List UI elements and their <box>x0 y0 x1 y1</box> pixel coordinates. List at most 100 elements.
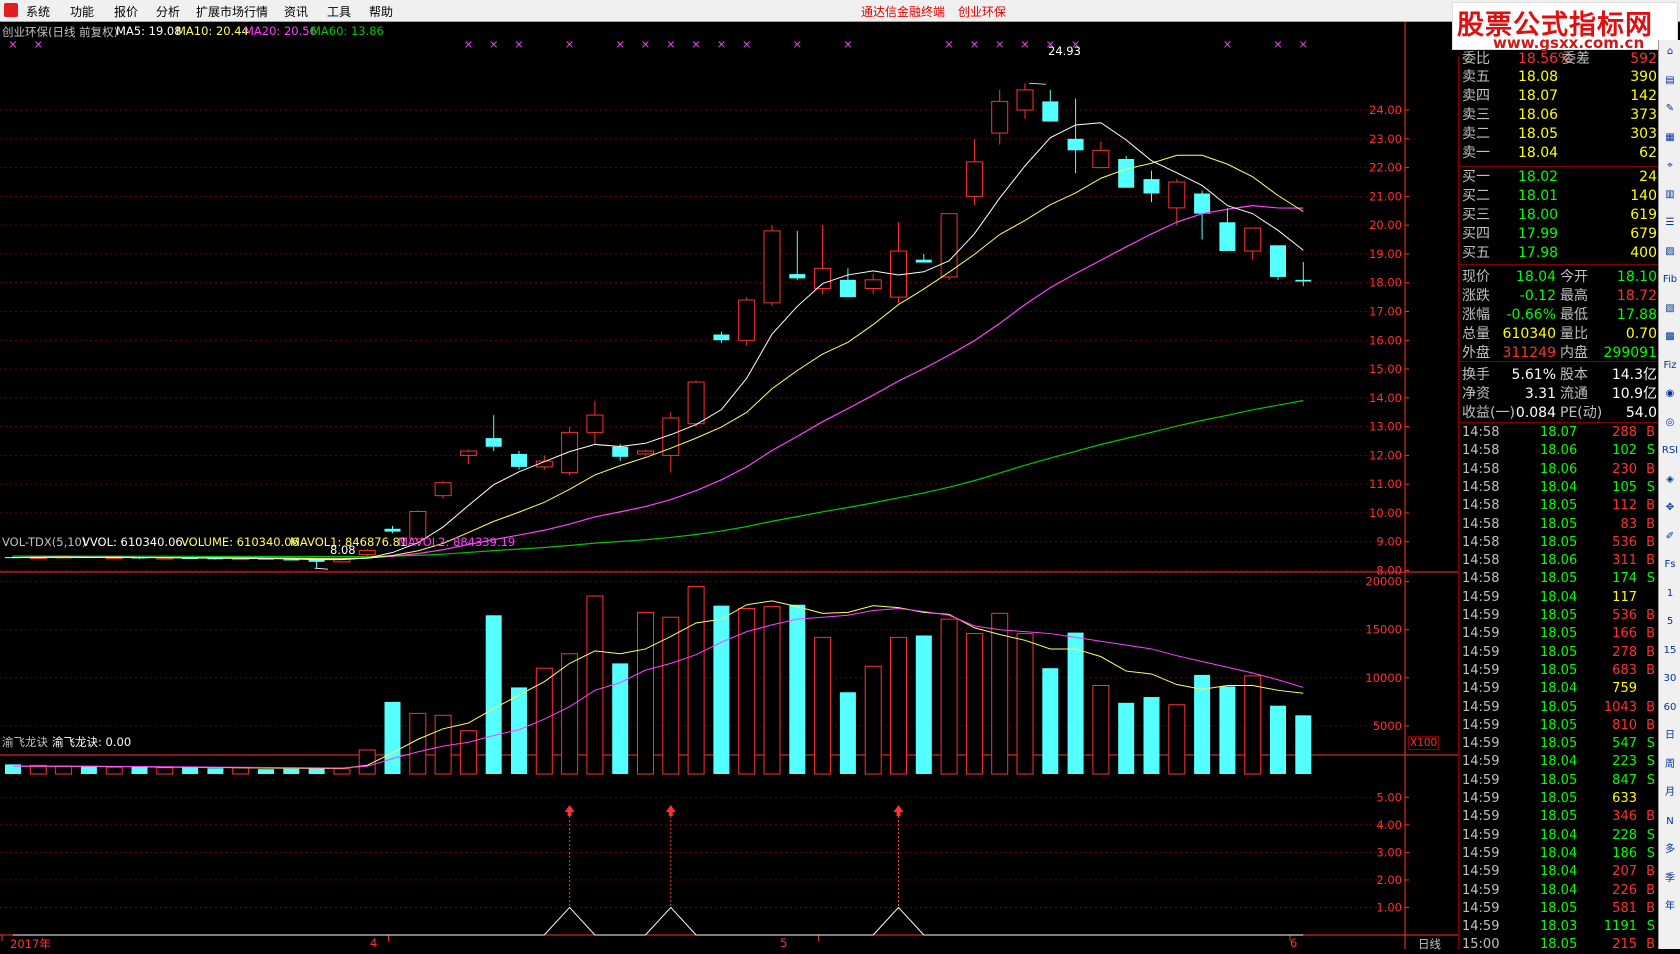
candle-body <box>1143 179 1160 194</box>
menu-bar: 系统 功能 报价 分析 扩展市场行情 资讯 工具 帮助 通达信金融终端 创业环保 <box>0 0 1680 22</box>
tick-row: 14:59 18.05 683 B <box>1462 662 1657 680</box>
toolbar-button-19[interactable]: 1 <box>1661 586 1679 602</box>
volume-bar <box>1016 633 1034 775</box>
volume-bar <box>1168 704 1186 775</box>
toolbar-button-20[interactable]: 5 <box>1661 614 1679 630</box>
indicator-title: 渝飞龙诀 <box>2 735 48 749</box>
volume-bar <box>965 633 983 775</box>
volume-bar <box>561 653 579 775</box>
toolbar-button-1[interactable]: ▤ <box>1661 73 1679 89</box>
price-tick-label: 17.00 <box>1369 304 1402 318</box>
toolbar-button-3[interactable]: ▦ <box>1661 130 1679 146</box>
toolbar-button-0[interactable]: ⌂ <box>1661 44 1679 60</box>
toolbar-button-10[interactable]: ▩ <box>1661 329 1679 345</box>
volume-bar <box>156 767 174 775</box>
tick-time: 14:59 <box>1462 882 1500 898</box>
tick-volume: 105 <box>1612 479 1637 495</box>
toolbar-button-4[interactable]: ⌖ <box>1661 158 1679 174</box>
menu-item-0[interactable]: 系统 <box>26 3 50 20</box>
toolbar-button-26[interactable]: 月 <box>1661 785 1679 801</box>
tick-price: 18.05 <box>1540 534 1578 550</box>
volume-bar <box>991 612 1009 775</box>
stat2-label: 流通 <box>1560 386 1588 402</box>
candle-body <box>586 414 604 433</box>
candle-body <box>814 267 832 289</box>
candle-body <box>1092 149 1110 169</box>
sell-level-label: 卖二 <box>1462 126 1490 142</box>
toolbar-button-14[interactable]: RSI <box>1661 443 1679 459</box>
volume-bar <box>1092 685 1110 775</box>
toolbar-button-17[interactable]: ✐ <box>1661 529 1679 545</box>
candle-body <box>358 549 376 556</box>
signal-marker: × <box>792 37 802 51</box>
toolbar-button-12[interactable]: ◉ <box>1661 386 1679 402</box>
toolbar-button-25[interactable]: 周 <box>1661 757 1679 773</box>
menu-item-5[interactable]: 资讯 <box>284 3 308 20</box>
sell-price: 18.07 <box>1518 88 1559 104</box>
kline-chart[interactable]: 8.009.0010.0011.0012.0013.0014.0015.0016… <box>0 22 1458 949</box>
toolbar-button-5[interactable]: ▥ <box>1661 187 1679 203</box>
tick-row: 14:59 18.04 759 <box>1462 680 1657 698</box>
weicha-value: 592 <box>1630 51 1657 67</box>
period-label[interactable]: 日线 <box>1418 936 1441 952</box>
ma10-line <box>12 154 1304 560</box>
stat-value: 18.72 <box>1616 288 1657 304</box>
toolbar-button-16[interactable]: ✥ <box>1661 500 1679 516</box>
volume-unit-label: X100 <box>1408 736 1440 750</box>
stat-row: 现价 18.04 今开 18.10 <box>1462 268 1657 286</box>
toolbar-button-15[interactable]: ◈ <box>1661 472 1679 488</box>
tick-side: S <box>1646 754 1655 770</box>
tick-price: 18.04 <box>1540 845 1578 861</box>
tick-time: 14:58 <box>1462 443 1500 459</box>
toolbar-button-29[interactable]: 季 <box>1661 871 1679 887</box>
stat-value: -0.66% <box>1506 307 1556 323</box>
price-tick-label: 16.00 <box>1369 333 1402 347</box>
menu-item-7[interactable]: 帮助 <box>369 3 393 20</box>
ma5-label: MA5: 19.08 <box>116 24 182 38</box>
tick-side: B <box>1646 553 1655 569</box>
toolbar-button-21[interactable]: 15 <box>1661 643 1679 659</box>
menu-item-3[interactable]: 分析 <box>156 3 180 20</box>
candle-body <box>763 230 781 304</box>
candle-body <box>1270 245 1286 277</box>
orderbook-bottom-divider <box>1459 264 1659 265</box>
tick-row: 14:59 18.04 226 B <box>1462 882 1657 900</box>
toolbar-button-27[interactable]: N <box>1661 814 1679 830</box>
toolbar-button-22[interactable]: 30 <box>1661 671 1679 687</box>
toolbar-button-9[interactable]: ▧ <box>1661 301 1679 317</box>
toolbar-button-2[interactable]: ✎ <box>1661 101 1679 117</box>
toolbar-button-24[interactable]: 日 <box>1661 728 1679 744</box>
weicha-label: 委差 <box>1562 51 1590 67</box>
signal-marker: × <box>1223 37 1233 51</box>
tick-side: S <box>1646 736 1655 752</box>
tick-time: 14:58 <box>1462 516 1500 532</box>
menu-item-2[interactable]: 报价 <box>114 3 138 20</box>
toolbar-button-28[interactable]: 多 <box>1661 842 1679 858</box>
tick-price: 18.04 <box>1540 882 1578 898</box>
ma20-label: MA20: 20.56 <box>244 24 317 38</box>
tick-row: 14:59 18.05 166 B <box>1462 625 1657 643</box>
menu-item-6[interactable]: 工具 <box>327 3 351 20</box>
toolbar-button-11[interactable]: Fiz <box>1661 358 1679 374</box>
tick-side: S <box>1646 443 1655 459</box>
tick-side: B <box>1646 699 1655 715</box>
volume-bar <box>1067 632 1084 774</box>
volume-bar <box>814 636 832 775</box>
volume-bar <box>1219 686 1236 774</box>
toolbar-button-7[interactable]: ▨ <box>1661 244 1679 260</box>
menu-item-1[interactable]: 功能 <box>70 3 94 20</box>
toolbar-button-23[interactable]: 60 <box>1661 700 1679 716</box>
signal-arrow-stem <box>567 811 572 816</box>
tick-row: 14:59 18.05 1043 B <box>1462 699 1657 717</box>
quote-panel: 委比 18.56% 委差 592 卖五 18.08 390 卖四 18.07 142 卖三 18.06… <box>1458 51 1659 952</box>
toolbar-button-13[interactable]: ◎ <box>1661 415 1679 431</box>
menu-item-4[interactable]: 扩展市场行情 <box>196 3 268 20</box>
stat-label: 最低 <box>1560 307 1588 323</box>
stat2-value: 10.9亿 <box>1611 386 1657 402</box>
toolbar-button-8[interactable]: Fib <box>1661 272 1679 288</box>
toolbar-button-30[interactable]: 年 <box>1661 899 1679 915</box>
toolbar-button-6[interactable]: ☰ <box>1661 215 1679 231</box>
volume-bar <box>586 595 604 775</box>
toolbar-button-18[interactable]: Fs <box>1661 557 1679 573</box>
tick-row: 14:58 18.07 288 B <box>1462 424 1657 442</box>
